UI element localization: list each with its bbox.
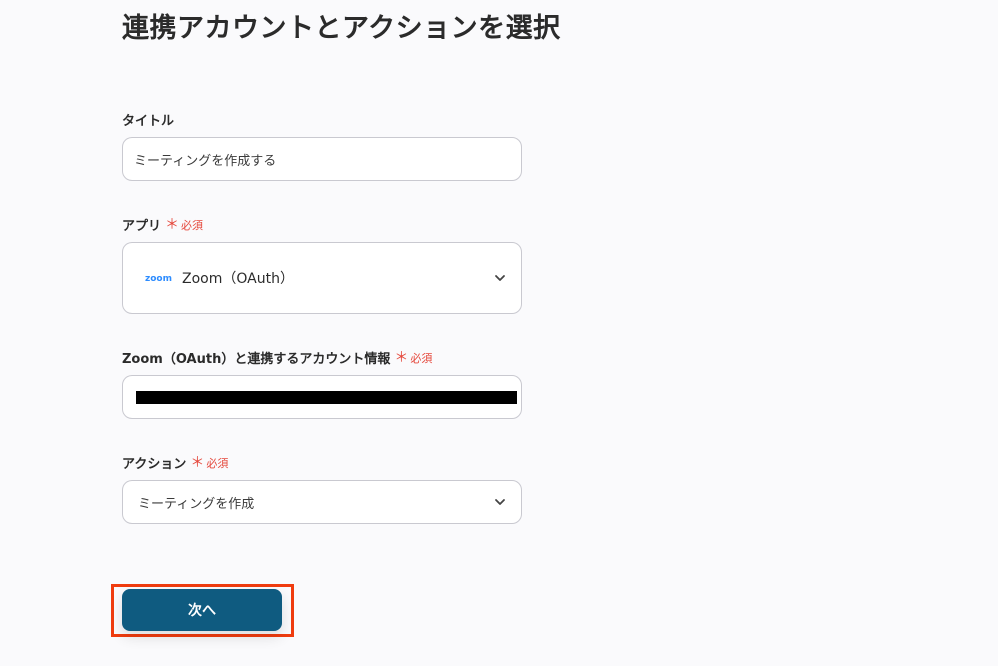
action-select[interactable]: ミーティングを作成 [122, 480, 522, 524]
redacted-account-info [136, 391, 517, 404]
zoom-logo-icon: zoom [145, 274, 172, 284]
app-select[interactable]: zoom Zoom（OAuth） [122, 242, 522, 314]
page: 連携アカウントとアクションを選択 タイトル ミーティングを作成する アプリ ＊ … [0, 0, 998, 666]
action-select-value: ミーティングを作成 [138, 496, 255, 512]
required-mark: ＊ [165, 216, 180, 233]
account-select[interactable] [122, 375, 522, 419]
zoom-logo-text: zoom [145, 274, 172, 284]
next-button[interactable]: 次へ [122, 589, 282, 631]
required-mark: ＊ [394, 349, 409, 366]
app-select-value: Zoom（OAuth） [182, 271, 294, 287]
title-label: タイトル [122, 110, 174, 129]
app-label: アプリ ＊ 必須 [122, 215, 203, 235]
required-text: 必須 [206, 456, 229, 470]
account-label-text: Zoom（OAuth）と連携するアカウント情報 [122, 352, 391, 367]
title-input[interactable]: ミーティングを作成する [122, 137, 522, 181]
title-input-value: ミーティングを作成する [134, 153, 277, 169]
action-label-text: アクション [122, 457, 187, 472]
account-label: Zoom（OAuth）と連携するアカウント情報 ＊ 必須 [122, 348, 432, 368]
required-text: 必須 [410, 351, 433, 365]
page-title: 連携アカウントとアクションを選択 [122, 13, 561, 44]
title-label-text: タイトル [122, 114, 175, 129]
chevron-down-icon [495, 275, 505, 281]
action-label: アクション ＊ 必須 [122, 453, 228, 473]
chevron-down-icon [495, 499, 505, 505]
app-label-text: アプリ [122, 219, 162, 234]
required-badge: ＊ 必須 [165, 217, 203, 233]
required-badge: ＊ 必須 [394, 350, 432, 366]
required-mark: ＊ [190, 454, 205, 471]
required-text: 必須 [181, 218, 204, 232]
required-badge: ＊ 必須 [190, 455, 228, 471]
